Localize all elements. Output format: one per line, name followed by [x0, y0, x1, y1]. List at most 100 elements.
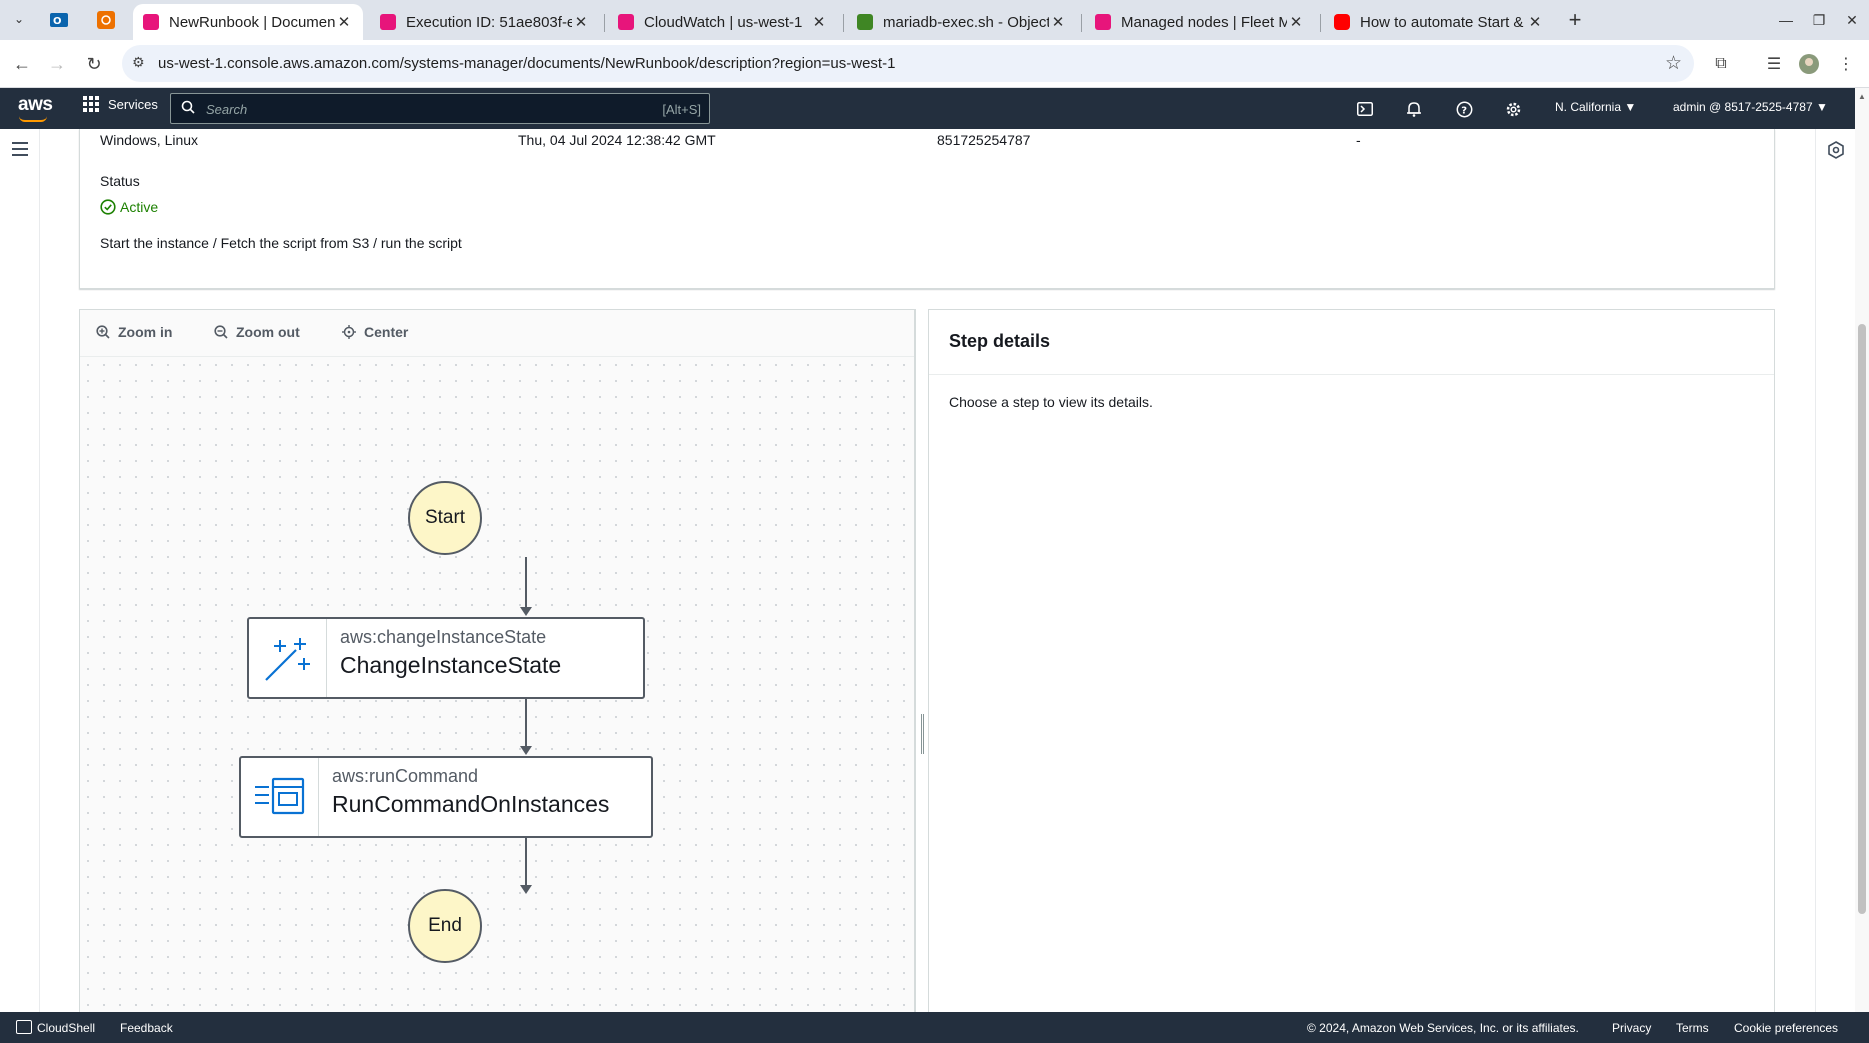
end-node-label: End — [428, 915, 462, 936]
tab-newrunbook[interactable]: NewRunbook | Documen ✕ — [133, 4, 363, 40]
status-value: Active — [120, 199, 159, 215]
terms-link[interactable]: Terms — [1676, 1021, 1709, 1035]
tab-title: CloudWatch | us-west-1 — [644, 13, 803, 31]
site-info-icon[interactable]: ⚙ — [132, 54, 145, 71]
center-button[interactable]: Center — [342, 324, 408, 340]
cloudshell-link[interactable]: CloudShell — [37, 1021, 95, 1035]
forward-button[interactable]: → — [43, 50, 71, 78]
document-description: Start the instance / Fetch the script fr… — [100, 235, 462, 251]
scrollbar-thumb[interactable] — [1858, 324, 1866, 914]
systems-manager-favicon — [1095, 14, 1111, 30]
help-icon[interactable]: ? — [1453, 98, 1475, 120]
notifications-bell-icon[interactable] — [1403, 98, 1425, 120]
zoom-in-label: Zoom in — [118, 324, 173, 340]
cloudshell-icon[interactable] — [16, 1020, 32, 1034]
url-text[interactable]: us-west-1.console.aws.amazon.com/systems… — [158, 55, 895, 72]
pinned-tab-orange[interactable] — [93, 7, 119, 33]
tab-title: Execution ID: 51ae803f-e — [406, 13, 572, 31]
zoom-in-button[interactable]: Zoom in — [96, 324, 172, 340]
status-badge: Active — [100, 199, 158, 215]
close-icon[interactable]: ✕ — [572, 13, 590, 31]
reload-button[interactable]: ↻ — [80, 50, 108, 78]
close-icon[interactable]: ✕ — [1526, 13, 1544, 31]
minimize-button[interactable]: — — [1772, 8, 1800, 32]
address-bar[interactable]: ⚙ us-west-1.console.aws.amazon.com/syste… — [122, 45, 1694, 82]
close-icon[interactable]: ✕ — [335, 13, 353, 31]
search-placeholder: Search — [206, 102, 248, 117]
bookmark-star-icon[interactable]: ☆ — [1665, 52, 1682, 75]
services-label: Services — [108, 96, 158, 112]
extensions-icon[interactable]: ⧉ — [1709, 52, 1733, 76]
tab-search-button[interactable]: ⌄ — [8, 8, 30, 30]
restore-button[interactable]: ❐ — [1805, 8, 1833, 32]
systems-manager-favicon — [143, 14, 159, 30]
search-icon — [181, 100, 195, 114]
close-icon[interactable]: ✕ — [1049, 13, 1067, 31]
step-details-title: Step details — [949, 331, 1051, 351]
start-node-label: Start — [424, 507, 466, 528]
graph-canvas[interactable]: Start aws:changeInstanceState ChangeInst… — [80, 357, 914, 1013]
close-icon[interactable]: ✕ — [1287, 13, 1305, 31]
start-node[interactable]: Start — [408, 481, 482, 555]
back-button[interactable]: ← — [8, 50, 36, 78]
cookie-preferences-link[interactable]: Cookie preferences — [1734, 1021, 1838, 1035]
feedback-link[interactable]: Feedback — [120, 1021, 173, 1035]
tab-youtube[interactable]: How to automate Start & ✕ — [1324, 4, 1554, 40]
scroll-up-arrow[interactable]: ▲ — [1858, 92, 1866, 101]
tab-title: Managed nodes | Fleet M — [1121, 13, 1287, 31]
tab-separator — [1320, 14, 1321, 32]
pinned-tab-outlook[interactable]: O — [46, 7, 72, 33]
profile-avatar[interactable] — [1797, 52, 1821, 76]
menu-hamburger-icon[interactable] — [12, 142, 28, 156]
arrowhead — [520, 746, 532, 755]
resize-grip-icon — [921, 714, 924, 754]
browser-tab-strip: ⌄ O NewRunbook | Documen ✕ Execution ID:… — [0, 0, 1869, 40]
tab-s3-object[interactable]: mariadb-exec.sh - Object ✕ — [847, 4, 1077, 40]
settings-gear-icon[interactable] — [1502, 98, 1524, 120]
close-icon[interactable]: ✕ — [810, 13, 828, 31]
browser-toolbar: ← → ↻ ⚙ us-west-1.console.aws.amazon.com… — [0, 40, 1869, 88]
media-icon[interactable]: ☰ — [1762, 52, 1786, 76]
aws-logo[interactable]: aws — [18, 94, 53, 122]
edge-start-to-step1 — [525, 557, 527, 607]
window-close-button[interactable]: ✕ — [1838, 8, 1866, 32]
cloudwatch-favicon — [618, 14, 634, 30]
browser-menu-icon[interactable]: ⋮ — [1834, 52, 1858, 76]
region-selector[interactable]: N. California ▼ — [1555, 100, 1636, 114]
status-label: Status — [100, 173, 140, 189]
new-tab-button[interactable]: + — [1562, 7, 1588, 33]
owner-value: 851725254787 — [937, 132, 1031, 148]
tab-title: How to automate Start & — [1360, 13, 1524, 31]
services-menu-button[interactable]: Services — [83, 96, 158, 112]
outlook-icon: O — [50, 13, 68, 27]
tools-panel-icon[interactable] — [1827, 141, 1845, 159]
edge-step1-to-step2 — [525, 699, 527, 747]
panel-resize-handle[interactable] — [915, 309, 929, 1012]
s3-favicon — [857, 14, 873, 30]
center-label: Center — [364, 324, 409, 340]
privacy-link[interactable]: Privacy — [1612, 1021, 1651, 1035]
tab-separator — [604, 14, 605, 32]
end-node[interactable]: End — [408, 889, 482, 963]
graph-toolbar: Zoom in Zoom out Center — [80, 310, 914, 357]
step-action-type: aws:changeInstanceState — [340, 627, 547, 647]
page-scrollbar[interactable]: ▲ — [1855, 88, 1869, 1012]
tab-execution[interactable]: Execution ID: 51ae803f-e ✕ — [370, 4, 600, 40]
tab-separator — [1081, 14, 1082, 32]
step-node-changeinstancestate[interactable]: aws:changeInstanceState ChangeInstanceSt… — [247, 617, 645, 699]
created-date-value: Thu, 04 Jul 2024 12:38:42 GMT — [518, 132, 716, 148]
step-name: RunCommandOnInstances — [332, 791, 610, 817]
step-node-runcommandoninstances[interactable]: aws:runCommand RunCommandOnInstances — [239, 756, 653, 838]
step-action-type: aws:runCommand — [332, 766, 479, 786]
zoom-out-button[interactable]: Zoom out — [214, 324, 300, 340]
arrowhead — [520, 885, 532, 894]
cloudshell-icon[interactable] — [1354, 98, 1376, 120]
svg-text:O: O — [53, 16, 62, 27]
search-input[interactable]: Search [Alt+S] — [170, 93, 710, 124]
tab-managed-nodes[interactable]: Managed nodes | Fleet M ✕ — [1085, 4, 1315, 40]
magic-wand-icon — [249, 619, 327, 697]
left-nav-strip — [0, 129, 40, 1012]
account-menu[interactable]: admin @ 8517-2525-4787 ▼ — [1673, 100, 1828, 114]
tab-cloudwatch[interactable]: CloudWatch | us-west-1 ✕ — [608, 4, 838, 40]
zoom-out-label: Zoom out — [236, 324, 300, 340]
